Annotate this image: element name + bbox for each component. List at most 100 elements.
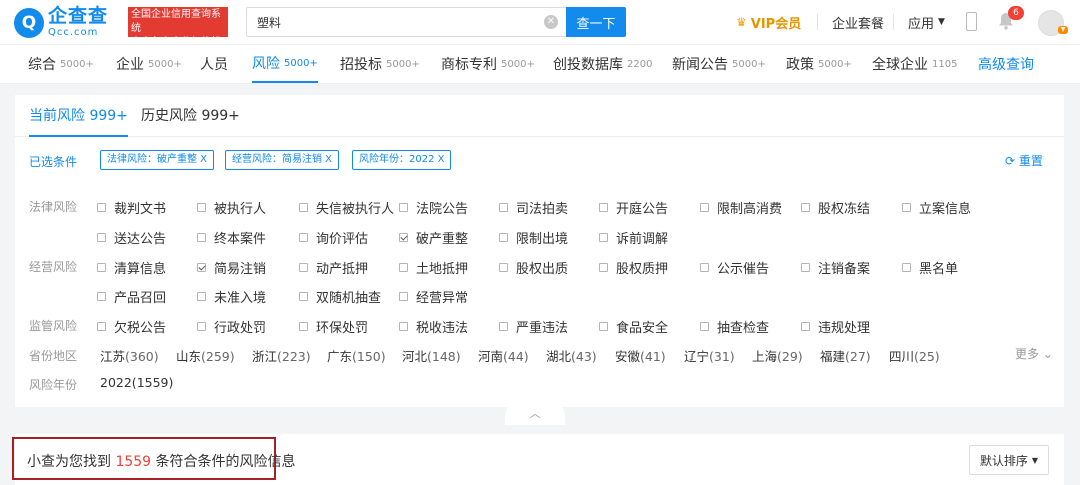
filter-checkbox[interactable]: 税收违法 — [399, 317, 468, 336]
vip-link[interactable]: ♛ VIP会员 — [736, 12, 801, 32]
logo-en: Qcc.com — [48, 27, 99, 38]
collapse-toggle[interactable]: ︿ — [505, 403, 565, 425]
selected-label: 已选条件 — [29, 155, 78, 169]
nav-item[interactable]: 创投数据库 2200 — [553, 45, 652, 83]
risk-tabs: 当前风险 999+ 历史风险 999+ — [15, 95, 1064, 137]
nav-item[interactable]: 商标专利 5000+ — [441, 45, 535, 83]
vip-label: VIP会员 — [750, 16, 802, 32]
year-item[interactable]: 2022(1559) — [100, 375, 173, 390]
nav-item-advanced[interactable]: 高级查询 — [978, 45, 1034, 83]
filter-checkbox[interactable]: 动产抵押 — [299, 258, 368, 277]
chevron-down-icon: ⌄ — [1042, 347, 1053, 361]
filter-checkbox[interactable]: 司法拍卖 — [499, 198, 568, 217]
filter-checkbox[interactable]: 抽查检查 — [700, 317, 769, 336]
province-item[interactable]: 上海(29) — [752, 346, 803, 365]
filter-checkbox-checked[interactable]: 简易注销 — [197, 258, 266, 277]
filter-checkbox[interactable]: 裁判文书 — [97, 198, 166, 217]
province-item[interactable]: 江苏(360) — [100, 346, 159, 365]
result-summary: 小查为您找到 1559 条符合条件的风险信息 — [27, 454, 296, 470]
nav-item[interactable]: 新闻公告 5000+ — [672, 45, 766, 83]
logo-cn: 企查查 — [48, 5, 109, 27]
filter-checkbox[interactable]: 立案信息 — [902, 198, 971, 217]
nav-item[interactable]: 企业 5000+ — [116, 45, 182, 83]
divider — [893, 14, 894, 30]
province-item[interactable]: 安徽(41) — [615, 346, 666, 365]
filter-checkbox[interactable]: 黑名单 — [902, 258, 958, 277]
badge-line-1: 全国企业信用查询系统 — [131, 9, 221, 34]
filter-checkbox[interactable]: 限制出境 — [499, 228, 568, 247]
filter-checkbox[interactable]: 股权质押 — [599, 258, 668, 277]
filter-checkbox[interactable]: 限制高消费 — [700, 198, 782, 217]
phone-icon[interactable] — [966, 12, 977, 31]
more-provinces[interactable]: 更多 ⌄ — [1015, 345, 1053, 362]
filter-label-operation: 经营风险 — [29, 260, 78, 274]
package-link[interactable]: 企业套餐 — [832, 12, 884, 32]
filter-label-year: 风险年份 — [29, 378, 78, 392]
province-item[interactable]: 河南(44) — [478, 346, 529, 365]
chevron-up-icon: ︿ — [529, 407, 541, 420]
nav-item[interactable]: 招投标 5000+ — [340, 45, 420, 83]
selected-chip[interactable]: 经营风险：简易注销 X — [225, 150, 340, 170]
sort-dropdown[interactable]: 默认排序 ▼ — [969, 445, 1049, 475]
filter-checkbox[interactable]: 双随机抽查 — [299, 287, 381, 306]
filter-checkbox[interactable]: 环保处罚 — [299, 317, 368, 336]
filter-checkbox[interactable]: 股权出质 — [499, 258, 568, 277]
apps-menu[interactable]: 应用 ▼ — [908, 12, 945, 32]
nav-item[interactable]: 综合 5000+ — [28, 45, 94, 83]
province-item[interactable]: 河北(148) — [402, 346, 461, 365]
filter-checkbox[interactable]: 公示催告 — [700, 258, 769, 277]
province-item[interactable]: 四川(25) — [889, 346, 940, 365]
search-box: ✕ — [246, 7, 566, 37]
nav-item[interactable]: 全球企业 1105 — [872, 45, 957, 83]
caret-down-icon: ▼ — [1031, 455, 1039, 465]
tab-current-risk[interactable]: 当前风险 999+ — [29, 105, 128, 137]
filter-checkbox-checked[interactable]: 破产重整 — [399, 228, 468, 247]
filter-checkbox[interactable]: 行政处罚 — [197, 317, 266, 336]
filter-checkbox[interactable]: 产品召回 — [97, 287, 166, 306]
tab-history-risk[interactable]: 历史风险 999+ — [141, 105, 240, 137]
filter-checkbox[interactable]: 询价评估 — [299, 228, 368, 247]
filter-checkbox[interactable]: 股权冻结 — [801, 198, 870, 217]
filter-checkbox[interactable]: 未准入境 — [197, 287, 266, 306]
crown-icon: ♛ — [736, 15, 747, 29]
filter-checkbox[interactable]: 土地抵押 — [399, 258, 468, 277]
filter-checkbox[interactable]: 诉前调解 — [599, 228, 668, 247]
province-item[interactable]: 广东(150) — [327, 346, 386, 365]
nav-item-risk[interactable]: 风险 5000+ — [252, 45, 318, 83]
filter-label-province: 省份地区 — [29, 349, 78, 363]
filter-checkbox[interactable]: 失信被执行人 — [299, 198, 394, 217]
filter-checkbox[interactable]: 开庭公告 — [599, 198, 668, 217]
filter-checkbox[interactable]: 注销备案 — [801, 258, 870, 277]
apps-label: 应用 — [908, 16, 935, 32]
selected-chip[interactable]: 法律风险：破产重整 X — [100, 150, 215, 170]
search-input[interactable] — [257, 15, 527, 29]
nav-item[interactable]: 人员 — [200, 45, 228, 83]
divider — [817, 14, 818, 30]
avatar-caret-icon: ▼ — [1058, 26, 1068, 34]
filter-checkbox[interactable]: 被执行人 — [197, 198, 266, 217]
filter-label-legal: 法律风险 — [29, 200, 78, 214]
clear-icon[interactable]: ✕ — [544, 15, 558, 29]
nav-item[interactable]: 政策 5000+ — [786, 45, 852, 83]
filter-checkbox[interactable]: 送达公告 — [97, 228, 166, 247]
result-bar: 小查为您找到 1559 条符合条件的风险信息 默认排序 ▼ — [12, 434, 1064, 485]
province-item[interactable]: 福建(27) — [820, 346, 871, 365]
filter-checkbox[interactable]: 经营异常 — [399, 287, 468, 306]
top-bar: Q 企查查 Qcc.com 全国企业信用查询系统 官方备案企业征信机构 ✕ 查一… — [0, 0, 1080, 62]
filter-checkbox[interactable]: 违规处理 — [801, 317, 870, 336]
reset-button[interactable]: ⟳ 重置 — [1005, 152, 1043, 169]
caret-down-icon: ▼ — [938, 17, 945, 27]
filter-checkbox[interactable]: 法院公告 — [399, 198, 468, 217]
province-item[interactable]: 辽宁(31) — [684, 346, 735, 365]
province-item[interactable]: 湖北(43) — [546, 346, 597, 365]
filter-checkbox[interactable]: 欠税公告 — [97, 317, 166, 336]
province-item[interactable]: 浙江(223) — [252, 346, 311, 365]
filter-checkbox[interactable]: 清算信息 — [97, 258, 166, 277]
selected-chip[interactable]: 风险年份：2022 X — [352, 150, 452, 170]
filter-checkbox[interactable]: 终本案件 — [197, 228, 266, 247]
logo[interactable]: Q 企查查 Qcc.com — [14, 7, 108, 38]
search-button[interactable]: 查一下 — [566, 7, 626, 37]
filter-checkbox[interactable]: 严重违法 — [499, 317, 568, 336]
province-item[interactable]: 山东(259) — [176, 346, 235, 365]
filter-checkbox[interactable]: 食品安全 — [599, 317, 668, 336]
